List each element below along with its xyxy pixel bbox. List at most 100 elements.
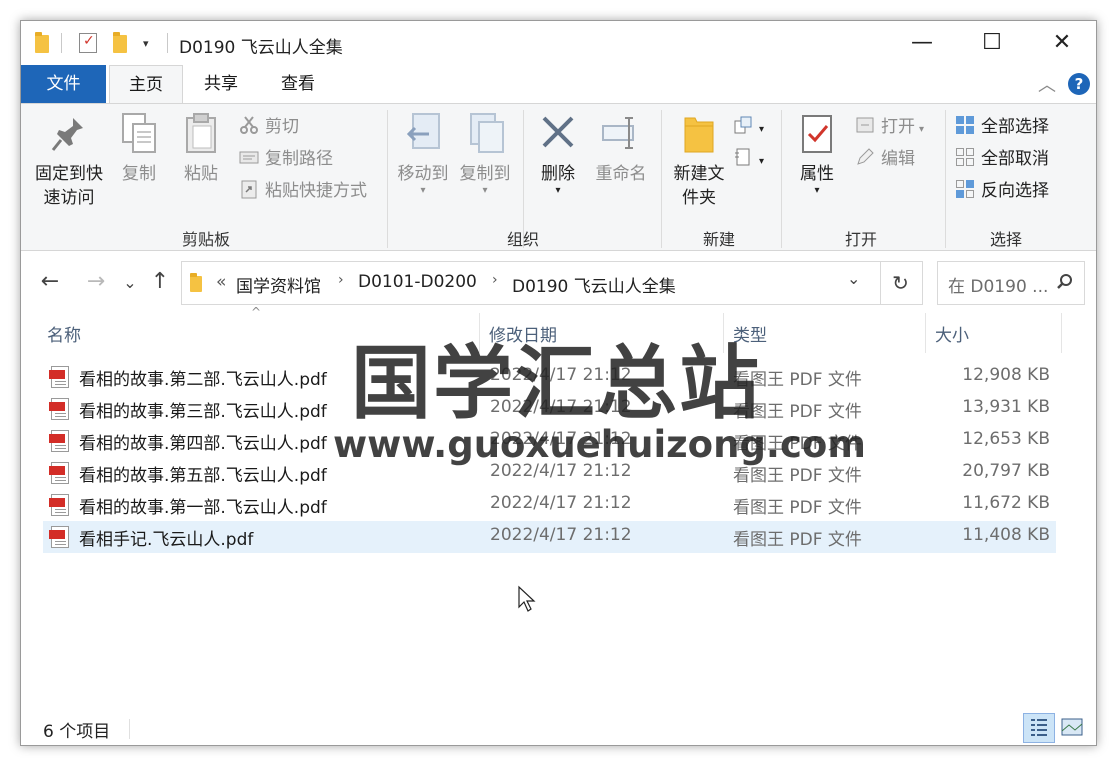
easy-access-button[interactable]: ▾ (733, 146, 764, 172)
pin-label: 固定到快速访问 (35, 164, 103, 208)
search-box[interactable]: 在 D0190 ... (937, 261, 1085, 305)
paste-label: 粘贴 (184, 164, 218, 184)
details-view-icon (1031, 719, 1047, 736)
breadcrumb-item[interactable]: D0101-D0200 (358, 272, 477, 292)
tab-view[interactable]: 查看 (263, 65, 333, 103)
pin-quick-access-button[interactable]: 固定到快速访问 (31, 112, 107, 210)
new-item-button[interactable]: ▾ (733, 114, 764, 140)
file-name: 看相手记.飞云山人.pdf (79, 530, 254, 550)
open-dropdown-icon: ▾ (919, 124, 925, 135)
navigation-bar: ← → ⌄ ↑ « 国学资料馆 › D0101-D0200 › D0190 飞云… (21, 259, 1096, 309)
copy-to-label: 复制到 (459, 164, 511, 184)
delete-label: 删除 (541, 164, 575, 184)
address-folder-icon (190, 273, 202, 292)
watermark-url: www.guoxuehuizong.com (333, 423, 866, 466)
minimize-button[interactable]: — (899, 27, 945, 59)
explorer-window: ▾ D0190 飞云山人全集 — ☐ ✕ 文件 主页 共享 查看 ︿ ? 固定到… (20, 20, 1097, 746)
select-none-button[interactable]: 全部取消 (955, 146, 1049, 172)
group-separator (781, 110, 782, 248)
mouse-cursor-icon (518, 585, 536, 612)
paste-shortcut-button[interactable]: 粘贴快捷方式 (239, 178, 367, 204)
properties-label: 属性 (800, 164, 834, 184)
new-folder-button[interactable]: 新建文件夹 (667, 112, 731, 210)
organize-group-label: 组织 (506, 230, 539, 249)
open-label: 打开 (881, 117, 915, 137)
file-size: 12,908 KB (962, 365, 1050, 385)
open-button[interactable]: 打开 ▾ (855, 114, 924, 140)
column-divider[interactable] (1061, 313, 1062, 353)
clipboard-group-label: 剪贴板 (181, 230, 230, 249)
file-size: 13,931 KB (962, 397, 1050, 417)
back-button[interactable]: ← (37, 269, 63, 294)
help-icon[interactable]: ? (1068, 73, 1090, 95)
refresh-button[interactable]: ↻ (879, 261, 923, 305)
invert-selection-button[interactable]: 反向选择 (955, 178, 1049, 204)
delete-x-icon (538, 112, 578, 156)
breadcrumb-chevron-icon[interactable]: › (338, 272, 344, 288)
rename-button[interactable]: 重命名 (591, 112, 651, 186)
pdf-file-icon (49, 494, 69, 516)
delete-button[interactable]: 删除 ▾ (535, 112, 581, 196)
address-bar[interactable]: « 国学资料馆 › D0101-D0200 › D0190 飞云山人全集 (181, 261, 881, 305)
copy-path-button[interactable]: 复制路径 (239, 146, 333, 172)
large-icons-view-button[interactable] (1057, 713, 1089, 743)
pdf-file-icon (49, 430, 69, 452)
status-separator (129, 719, 130, 739)
details-view-button[interactable] (1023, 713, 1055, 743)
file-date: 2022/4/17 21:12 (490, 493, 632, 513)
scissors-icon (239, 115, 259, 135)
open-icon (855, 115, 875, 135)
file-date: 2022/4/17 21:12 (490, 525, 632, 545)
large-icons-view-icon (1061, 718, 1083, 736)
file-size: 12,653 KB (962, 429, 1050, 449)
breadcrumb-overflow[interactable]: « (216, 272, 226, 292)
breadcrumb-item[interactable]: 国学资料馆 (236, 272, 321, 297)
item-count: 6 个项目 (43, 722, 111, 742)
up-button[interactable]: ↑ (147, 269, 173, 294)
window-title: D0190 飞云山人全集 (179, 38, 343, 58)
pin-icon (49, 112, 89, 156)
properties-button[interactable]: 属性 ▾ (791, 112, 843, 196)
edit-button[interactable]: 编辑 (855, 146, 915, 172)
new-item-dropdown-icon: ▾ (759, 124, 765, 135)
tab-share[interactable]: 共享 (187, 65, 255, 103)
collapse-ribbon-icon[interactable]: ︿ (1038, 71, 1056, 97)
customize-qa-dropdown-icon[interactable]: ▾ (143, 37, 149, 50)
file-name: 看相的故事.第一部.飞云山人.pdf (79, 498, 327, 518)
tab-home[interactable]: 主页 (109, 65, 183, 103)
copy-to-button[interactable]: 复制到 ▾ (457, 112, 513, 196)
file-name: 看相的故事.第三部.飞云山人.pdf (79, 402, 327, 422)
open-group-label: 打开 (844, 230, 877, 249)
paste-icon (181, 112, 221, 156)
new-group-label: 新建 (702, 230, 735, 249)
address-dropdown-icon[interactable]: ⌄ (847, 269, 860, 288)
breadcrumb-item[interactable]: D0190 飞云山人全集 (512, 272, 676, 297)
file-row[interactable]: 看相的故事.第一部.飞云山人.pdf 2022/4/17 21:12 看图王 P… (43, 489, 1056, 521)
new-folder-label: 新建文件夹 (673, 164, 725, 208)
breadcrumb-chevron-icon[interactable]: › (492, 272, 498, 288)
recent-locations-button[interactable]: ⌄ (117, 273, 143, 292)
copy-button[interactable]: 复制 (117, 112, 161, 186)
forward-button[interactable]: → (83, 269, 109, 294)
file-row-selected[interactable]: 看相手记.飞云山人.pdf 2022/4/17 21:12 看图王 PDF 文件… (43, 521, 1056, 553)
search-placeholder: 在 D0190 ... (948, 277, 1049, 297)
properties-dropdown-icon: ▾ (814, 185, 820, 196)
paste-button[interactable]: 粘贴 (179, 112, 223, 186)
cut-button[interactable]: 剪切 (239, 114, 299, 140)
column-header-name[interactable]: 名称 (47, 321, 81, 346)
column-header-size[interactable]: 大小 (935, 321, 969, 346)
select-all-icon (955, 115, 975, 135)
quick-access-separator (61, 33, 62, 53)
invert-selection-icon (955, 179, 975, 199)
select-all-button[interactable]: 全部选择 (955, 114, 1049, 140)
maximize-button[interactable]: ☐ (969, 27, 1015, 59)
move-to-button[interactable]: 移动到 ▾ (395, 112, 451, 196)
watermark-title: 国学汇总站 (351, 337, 761, 430)
tab-file[interactable]: 文件 (21, 65, 106, 103)
easy-access-icon (733, 147, 753, 167)
select-none-label: 全部取消 (981, 149, 1049, 169)
column-divider[interactable] (925, 313, 926, 353)
close-button[interactable]: ✕ (1039, 27, 1085, 59)
select-all-label: 全部选择 (981, 117, 1049, 137)
copy-icon (119, 112, 159, 156)
